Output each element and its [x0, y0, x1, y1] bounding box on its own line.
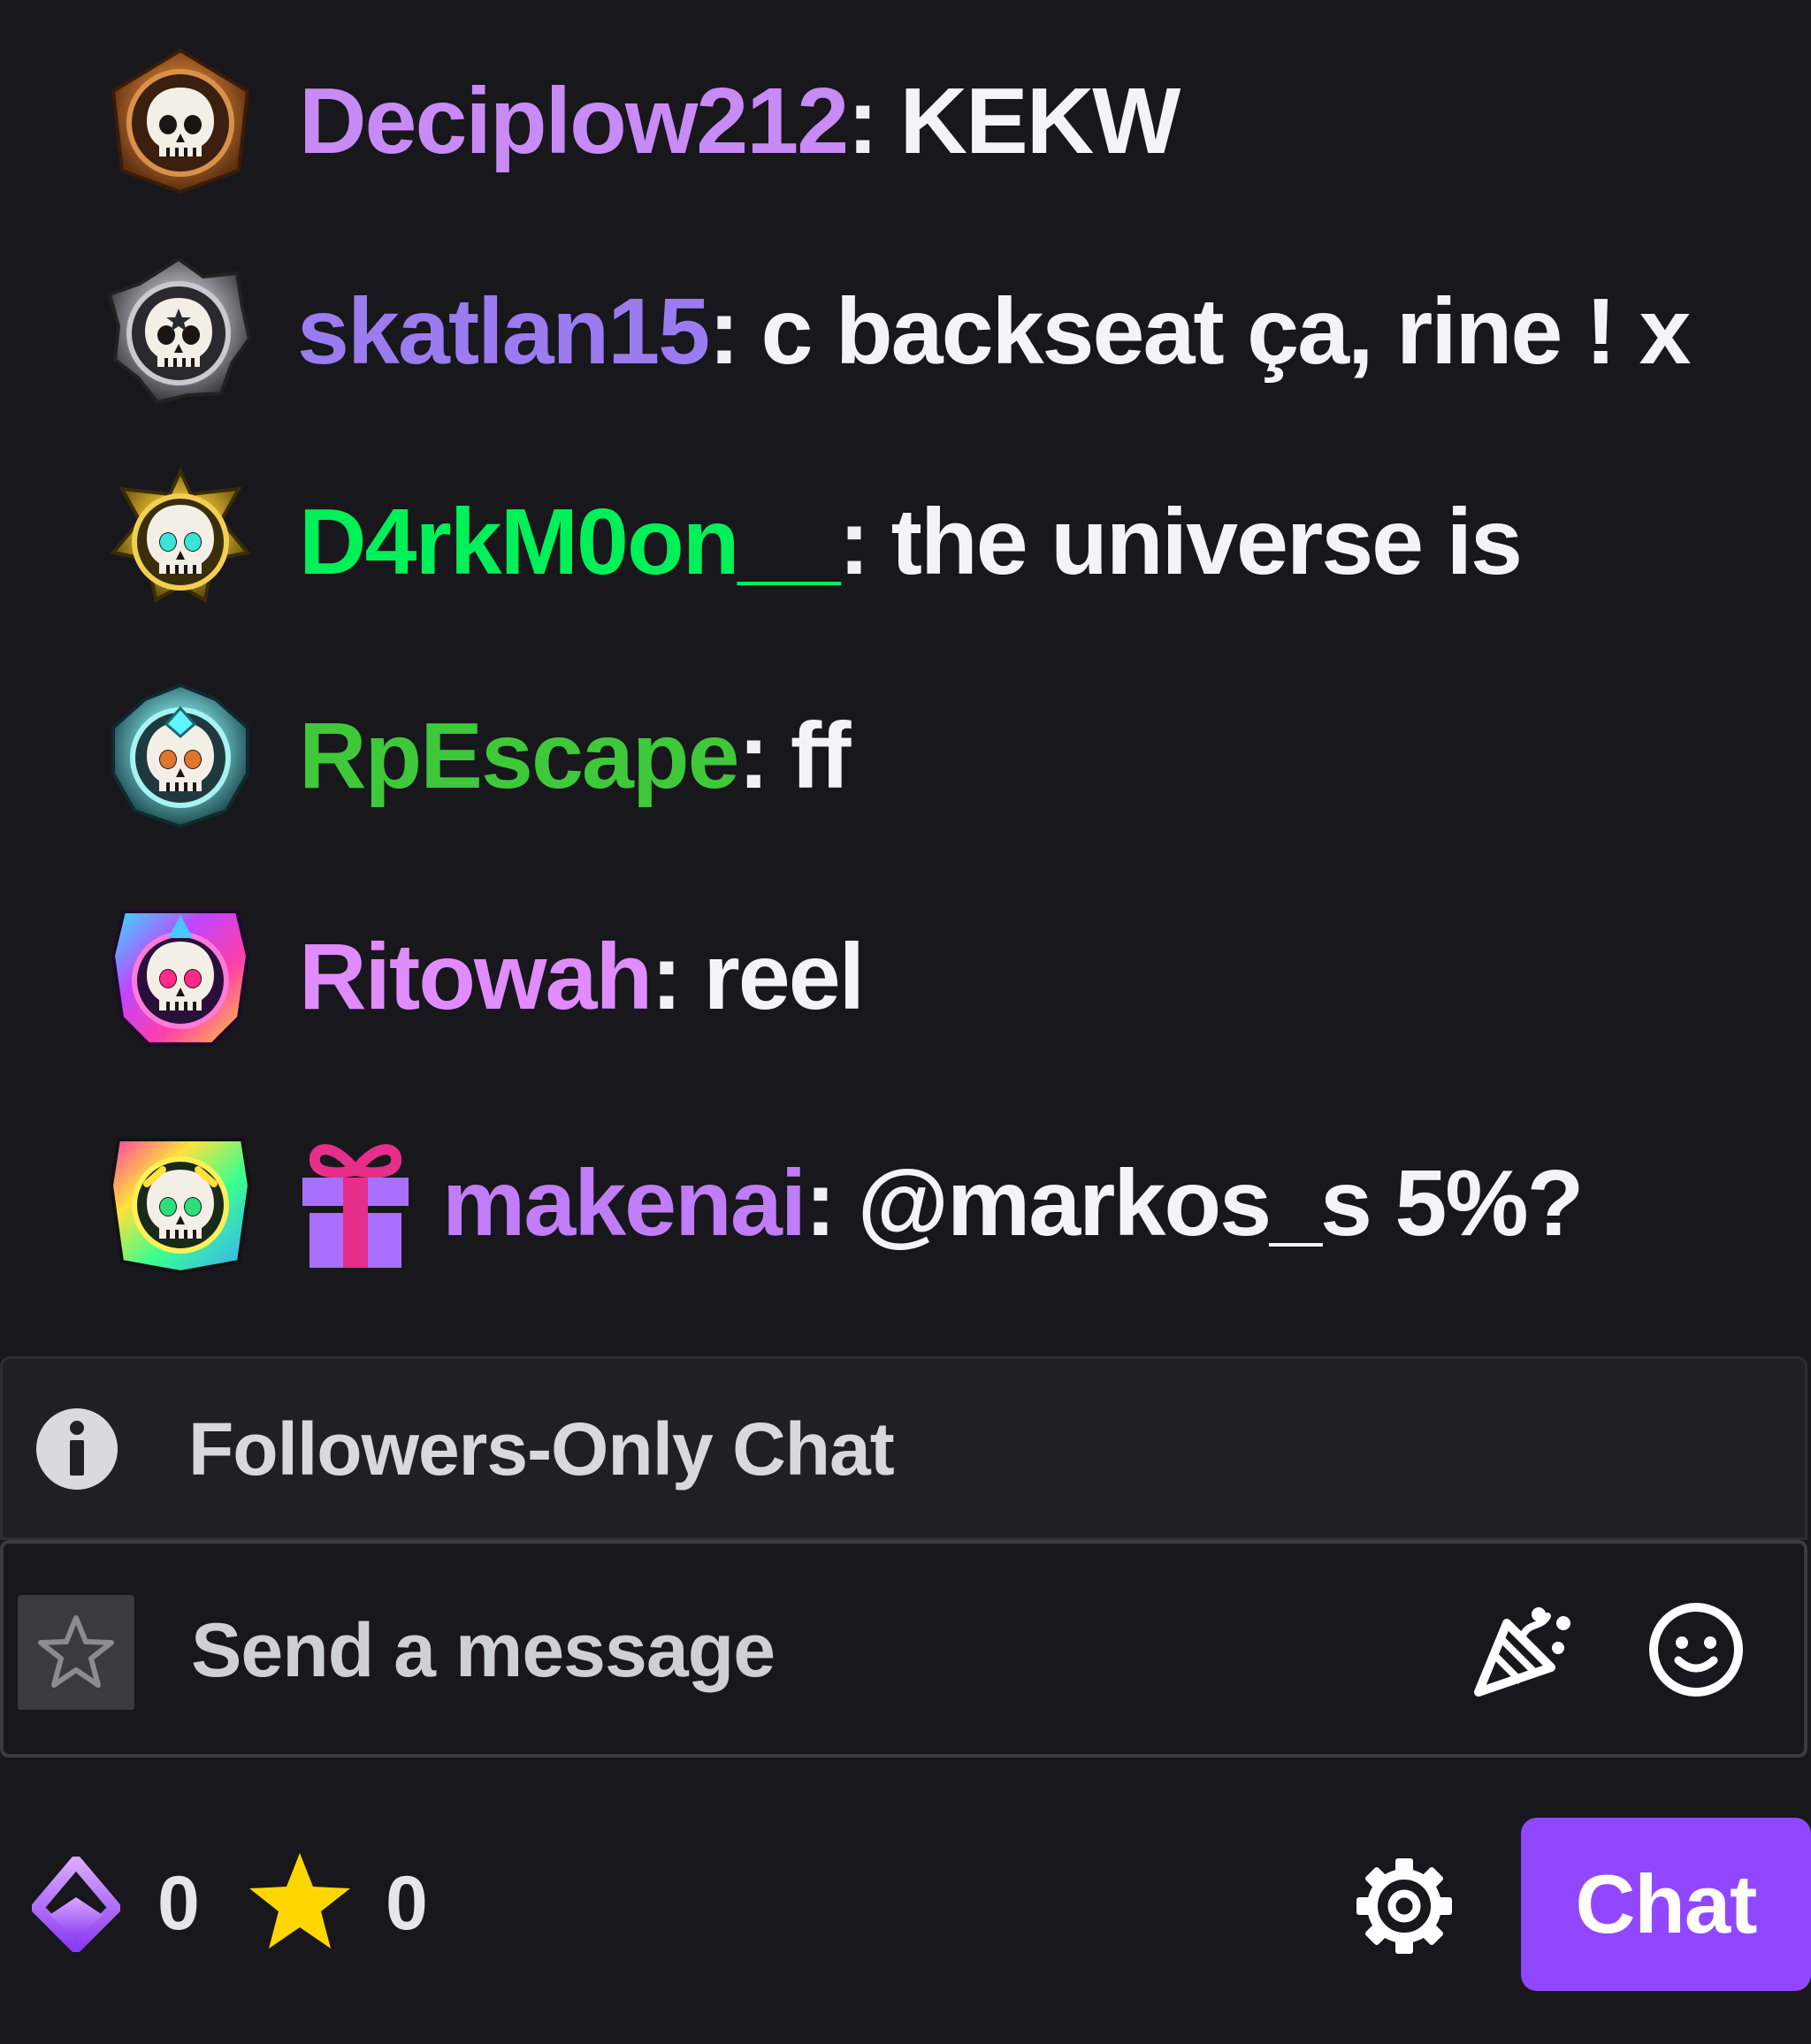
- gold-winged-skull-badge-icon[interactable]: [106, 468, 255, 616]
- chat-message-text: @markos_s 5%?: [857, 1150, 1585, 1255]
- chat-username[interactable]: D4rkM0on__: [299, 489, 840, 596]
- diamond-skull-badge-icon[interactable]: [106, 682, 255, 830]
- colon-separator: :: [838, 489, 869, 594]
- followers-only-label: Followers-Only Chat: [188, 1407, 895, 1491]
- chat-message-input[interactable]: Send a message: [191, 1607, 776, 1695]
- rainbow-skull-badge-icon[interactable]: [106, 1129, 255, 1278]
- followers-only-banner: Followers-Only Chat: [0, 1356, 1807, 1540]
- bronze-skull-badge-icon[interactable]: [106, 47, 255, 195]
- chat-message: D4rkM0on__: the universe is: [106, 467, 1523, 617]
- chat-send-button[interactable]: Chat: [1521, 1818, 1811, 1991]
- party-popper-icon[interactable]: [1471, 1597, 1578, 1703]
- chat-message-text: the universe is: [890, 489, 1523, 594]
- chat-footer: 0 0 Chat: [0, 1768, 1811, 2044]
- colon-separator: :: [737, 703, 769, 808]
- chat-username[interactable]: Ritowah: [299, 924, 653, 1031]
- chat-username[interactable]: Deciplow212: [299, 68, 849, 175]
- star-button[interactable]: [18, 1595, 134, 1710]
- chat-message-text: c backseat ça, rine ! x: [760, 278, 1692, 384]
- chat-username[interactable]: RpEscape: [299, 703, 740, 810]
- colon-separator: :: [805, 1150, 836, 1255]
- iridescent-skull-badge-icon[interactable]: [106, 903, 255, 1051]
- stars-count: 0: [386, 1861, 428, 1946]
- chat-message-list[interactable]: Deciplow212: KEKW skatlan15: c backseat ça…: [0, 0, 1811, 1353]
- star-outline-icon: [38, 1615, 114, 1688]
- chat-input-box[interactable]: Send a message: [0, 1540, 1807, 1758]
- channel-points-icon[interactable]: [32, 1857, 120, 1952]
- chat-message: Ritowah: reel: [106, 902, 866, 1052]
- gift-icon[interactable]: [299, 1137, 412, 1270]
- chat-message: skatlan15: c backseat ça, rine ! x: [104, 256, 1692, 407]
- chat-message: RpEscape: ff: [106, 681, 852, 831]
- star-icon[interactable]: [246, 1850, 354, 1954]
- chat-message: Deciplow212: KEKW: [106, 46, 1181, 196]
- chat-username[interactable]: skatlan15: [297, 278, 710, 385]
- silver-skull-badge-icon[interactable]: [104, 257, 253, 406]
- channel-points-count: 0: [157, 1861, 200, 1946]
- colon-separator: :: [651, 924, 682, 1029]
- colon-separator: :: [708, 278, 739, 384]
- colon-separator: :: [847, 68, 878, 173]
- chat-message-text: ff: [790, 703, 852, 808]
- chat-message-text: reel: [703, 924, 866, 1029]
- chat-message: makenai: @markos_s 5%?: [106, 1128, 1585, 1278]
- chat-message-text: KEKW: [899, 68, 1181, 173]
- emote-smiley-icon[interactable]: [1647, 1600, 1746, 1699]
- chat-username[interactable]: makenai: [442, 1150, 806, 1257]
- info-icon: [36, 1408, 118, 1490]
- gear-icon[interactable]: [1355, 1857, 1454, 1956]
